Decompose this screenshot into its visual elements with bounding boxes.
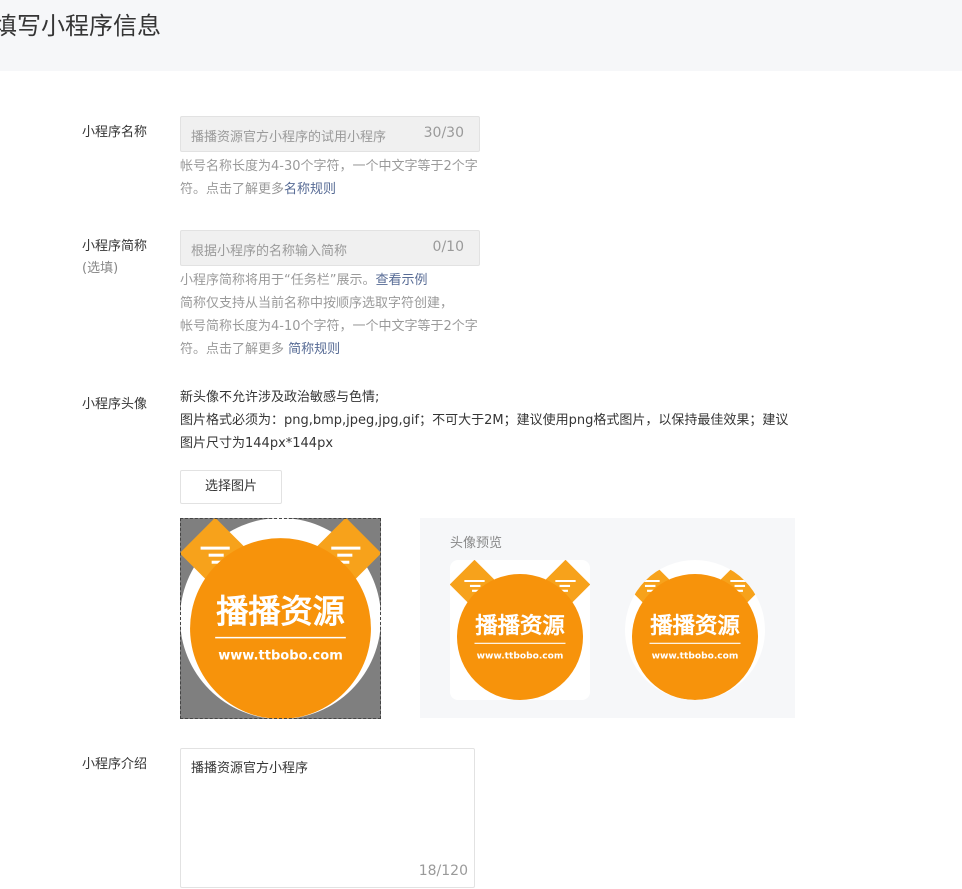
view-example-link[interactable]: 查看示例 — [375, 273, 427, 288]
avatar-desc-line2: 图片格式必须为：png,bmp,jpeg,jpg,gif；不可大于2M；建议使用… — [180, 413, 789, 451]
short-name-rules-link[interactable]: 简称规则 — [288, 342, 340, 357]
intro-label: 小程序介绍 — [82, 757, 148, 772]
name-input-value: 播播资源官方小程序的试用小程序 — [191, 130, 387, 145]
short-name-char-count: 0/10 — [432, 239, 464, 255]
short-name-tip-line2: 简称仅支持从当前名称中按顺序选取字符创建， — [180, 296, 454, 311]
avatar-label: 小程序头像 — [82, 397, 148, 412]
short-name-placeholder: 根据小程序的名称输入简称 — [191, 244, 348, 259]
avatar-description: 新头像不允许涉及政治敏感与色情; 图片格式必须为：png,bmp,jpeg,jp… — [180, 386, 790, 455]
preview-circle-image: 播播资源 www.ttbobo.com — [625, 560, 765, 700]
page-title: 填写小程序信息 — [0, 12, 161, 40]
name-tip: 帐号名称长度为4-30个字符，一个中文字等于2个字符。点击了解更多名称规则 — [180, 155, 480, 201]
name-input[interactable]: 播播资源官方小程序的试用小程序 30/30 — [180, 116, 480, 152]
short-name-label-optional: (选填) — [82, 261, 119, 276]
crop-selection-frame[interactable] — [180, 518, 381, 719]
short-name-input[interactable]: 根据小程序的名称输入简称 0/10 — [180, 230, 480, 266]
name-char-count: 30/30 — [423, 125, 464, 141]
short-name-label: 小程序简称 (选填) — [82, 236, 147, 280]
short-name-tip: 小程序简称将用于“任务栏”展示。查看示例 简称仅支持从当前名称中按顺序选取字符创… — [180, 269, 480, 361]
name-rules-link[interactable]: 名称规则 — [284, 182, 336, 197]
avatar-crop-area[interactable]: 播播资源 www.ttbobo.com — [180, 518, 381, 719]
page-header: 填写小程序信息 — [0, 0, 962, 71]
short-name-tip-line1: 小程序简称将用于“任务栏”展示。 — [180, 273, 376, 288]
avatar-preview-title: 头像预览 — [450, 536, 503, 551]
square-logo-url: www.ttbobo.com — [477, 652, 564, 662]
name-label: 小程序名称 — [82, 125, 148, 140]
circle-logo-url: www.ttbobo.com — [652, 652, 739, 662]
select-image-button[interactable]: 选择图片 — [180, 470, 282, 504]
avatar-preview-circle: 播播资源 www.ttbobo.com — [625, 560, 765, 700]
intro-char-count: 18/120 — [418, 863, 468, 879]
avatar-preview-square: 播播资源 www.ttbobo.com — [450, 560, 590, 700]
avatar-desc-line1: 新头像不允许涉及政治敏感与色情; — [180, 390, 380, 405]
short-name-label-text: 小程序简称 — [82, 239, 148, 254]
intro-value: 播播资源官方小程序 — [191, 761, 309, 776]
intro-textarea[interactable]: 播播资源官方小程序 18/120 — [180, 748, 475, 888]
circle-logo-text: 播播资源 — [650, 613, 740, 639]
square-logo-text: 播播资源 — [475, 613, 565, 639]
avatar-preview-panel: 头像预览 播播资源 www.ttbobo.com 播播资源 www.ttbobo… — [420, 518, 795, 718]
preview-square-image: 播播资源 www.ttbobo.com — [450, 560, 590, 700]
